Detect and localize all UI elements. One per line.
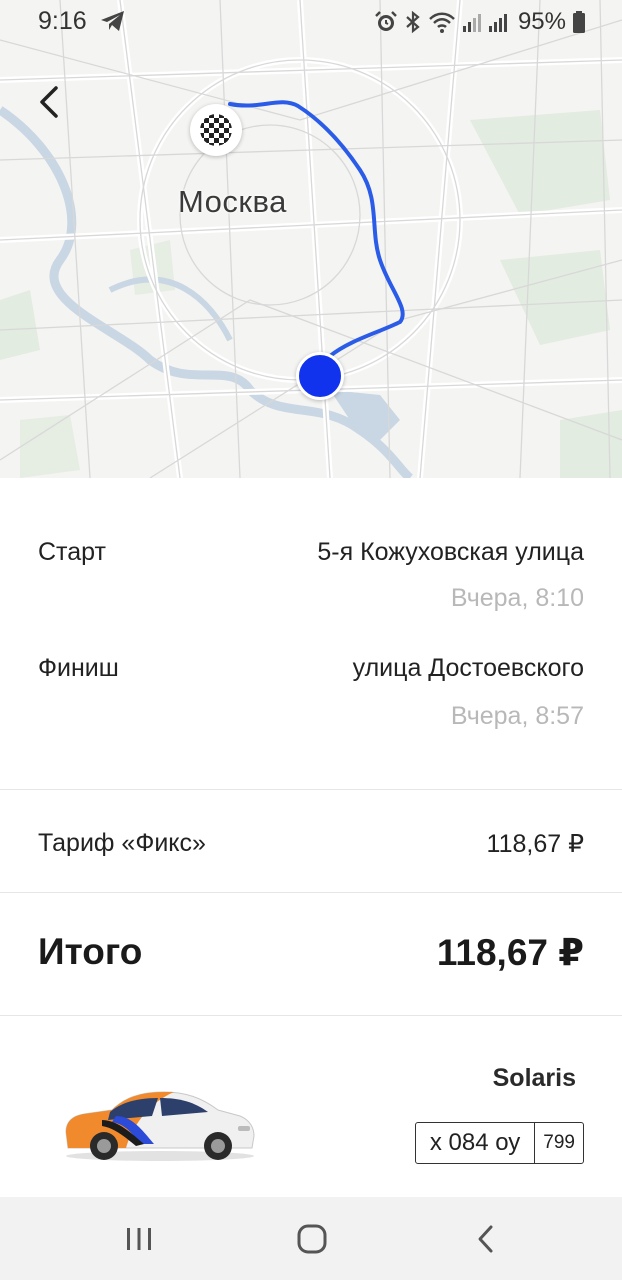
- plate-region: 799: [543, 1132, 575, 1153]
- total-price: 118,67 ₽: [436, 932, 584, 973]
- start-address: 5-я Кожуховская улица: [317, 538, 584, 566]
- plate-number: х 084 оу: [416, 1123, 536, 1163]
- tariff-price: 118,67 ₽: [486, 830, 584, 858]
- total-label: Итого: [38, 931, 143, 972]
- finish-time: Вчера, 8:57: [450, 702, 584, 730]
- battery-icon: [573, 11, 585, 33]
- car-model: Solaris: [492, 1064, 576, 1092]
- status-time: 9:16: [38, 7, 87, 35]
- alarm-icon: [375, 11, 397, 31]
- signal-icon-1: [462, 14, 481, 32]
- start-label: Старт: [38, 538, 106, 566]
- car-image: [65, 1091, 255, 1161]
- checkered-flag-icon: [200, 114, 232, 146]
- license-plate: х 084 оу 799: [414, 1122, 584, 1164]
- navigation-bar: [0, 1197, 622, 1280]
- nav-back-icon[interactable]: [465, 1217, 509, 1261]
- wifi-icon: [429, 12, 455, 33]
- divider: [0, 1015, 622, 1016]
- start-row: Старт 5-я Кожуховская улица Вчера, 8:10: [38, 538, 584, 638]
- back-button[interactable]: [28, 78, 76, 126]
- map-background: [0, 0, 622, 478]
- divider: [0, 789, 622, 790]
- total-row: Итого 118,67 ₽: [38, 931, 584, 975]
- route-map[interactable]: Москва: [0, 0, 622, 478]
- recents-icon[interactable]: [117, 1217, 161, 1261]
- divider: [0, 892, 622, 893]
- status-bar: 9:16 95%: [0, 0, 622, 44]
- finish-row: Финиш улица Достоевского Вчера, 8:57: [38, 654, 584, 754]
- battery-level: 95%: [517, 8, 566, 35]
- start-time: Вчера, 8:10: [450, 584, 584, 612]
- bluetooth-icon: [406, 10, 420, 34]
- finish-label: Финиш: [38, 654, 119, 682]
- city-label: Москва: [178, 184, 287, 219]
- start-marker: [296, 352, 344, 400]
- tariff-label: Тариф «Фикс»: [38, 829, 206, 857]
- finish-marker: [190, 104, 242, 156]
- tariff-row: Тариф «Фикс» 118,67 ₽: [38, 829, 584, 861]
- finish-address: улица Достоевского: [352, 654, 584, 682]
- signal-icon-2: [488, 14, 507, 32]
- telegram-icon: [101, 11, 124, 31]
- home-icon[interactable]: [290, 1217, 334, 1261]
